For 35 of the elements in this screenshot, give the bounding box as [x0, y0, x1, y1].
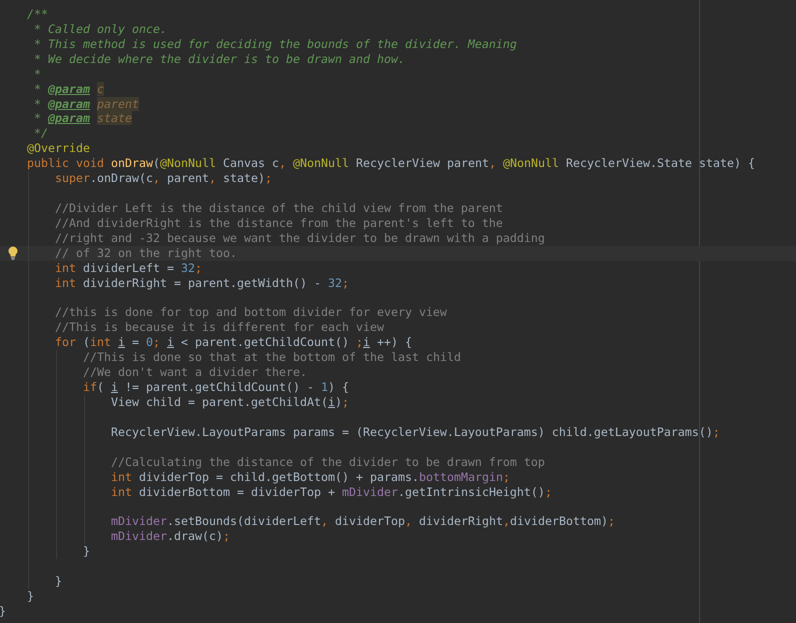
code-line: //right and -32 because we want the divider to be drawn with a padding — [0, 230, 796, 246]
code-line: int dividerLeft = 32; — [0, 260, 796, 276]
code-line: RecyclerView.LayoutParams params = (RecyclerView.LayoutParams) child.getLayoutParams(); — [0, 424, 796, 440]
code-line: } — [0, 544, 796, 560]
code-line: if( i != parent.getChildCount() - 1) { — [0, 380, 796, 395]
code-line: } — [0, 604, 7, 619]
code-line: * @param state — [33, 111, 133, 126]
code-line: */ — [33, 126, 49, 142]
code-line: * @param parent — [33, 96, 140, 112]
code-line: } — [26, 588, 35, 604]
code-line: //And dividerRight is the distance from the parent's left to the — [0, 216, 796, 231]
code-line: int dividerBottom = dividerTop + mDivider.getIntrinsicHeight(); — [0, 484, 796, 500]
code-line: * Called only once. — [33, 22, 168, 37]
code-line: View child = parent.getChildAt(i); — [0, 394, 796, 410]
code-line: //Divider Left is the distance of the child view from the parent — [0, 200, 796, 216]
code-line: mDivider.draw(c); — [0, 529, 796, 544]
code-line: * @param c — [33, 82, 105, 97]
code-line: int dividerTop = child.getBottom() + params.bottomMargin; — [0, 470, 796, 484]
code-line: super.onDraw(c, parent, state); — [0, 171, 796, 186]
code-line: //This is done so that at the bottom of the last child — [0, 350, 796, 366]
code-line: //We don't want a divider there. — [0, 365, 796, 380]
code-line: //Calculating the distance of the divider to be drawn from top — [0, 454, 796, 470]
code-line: int dividerRight = parent.getWidth() - 32; — [0, 276, 796, 291]
code-line: * This method is used for deciding the bounds of the divider. Meaning — [33, 36, 518, 52]
lightbulb-icon[interactable] — [7, 246, 19, 260]
code-line: public void onDraw(@NonNull Canvas c, @NonNull RecyclerView parent, @NonNull RecyclerView.State state) { — [26, 156, 756, 172]
code-line: //this is done for top and bottom divider for every view — [0, 305, 796, 320]
code-line: } — [0, 574, 796, 589]
code-line: @Override — [26, 141, 91, 156]
code-line: mDivider.setBounds(dividerLeft, dividerTop, dividerRight,dividerBottom); — [0, 514, 796, 530]
code-line: /** — [26, 7, 49, 22]
code-line: //This is because it is different for each view — [0, 320, 796, 336]
code-line: * We decide where the divider is to be drawn and how. — [33, 52, 406, 67]
code-line: * — [33, 66, 42, 82]
code-line: for (int i = 0; i < parent.getChildCount() ;i ++) { — [0, 335, 796, 350]
